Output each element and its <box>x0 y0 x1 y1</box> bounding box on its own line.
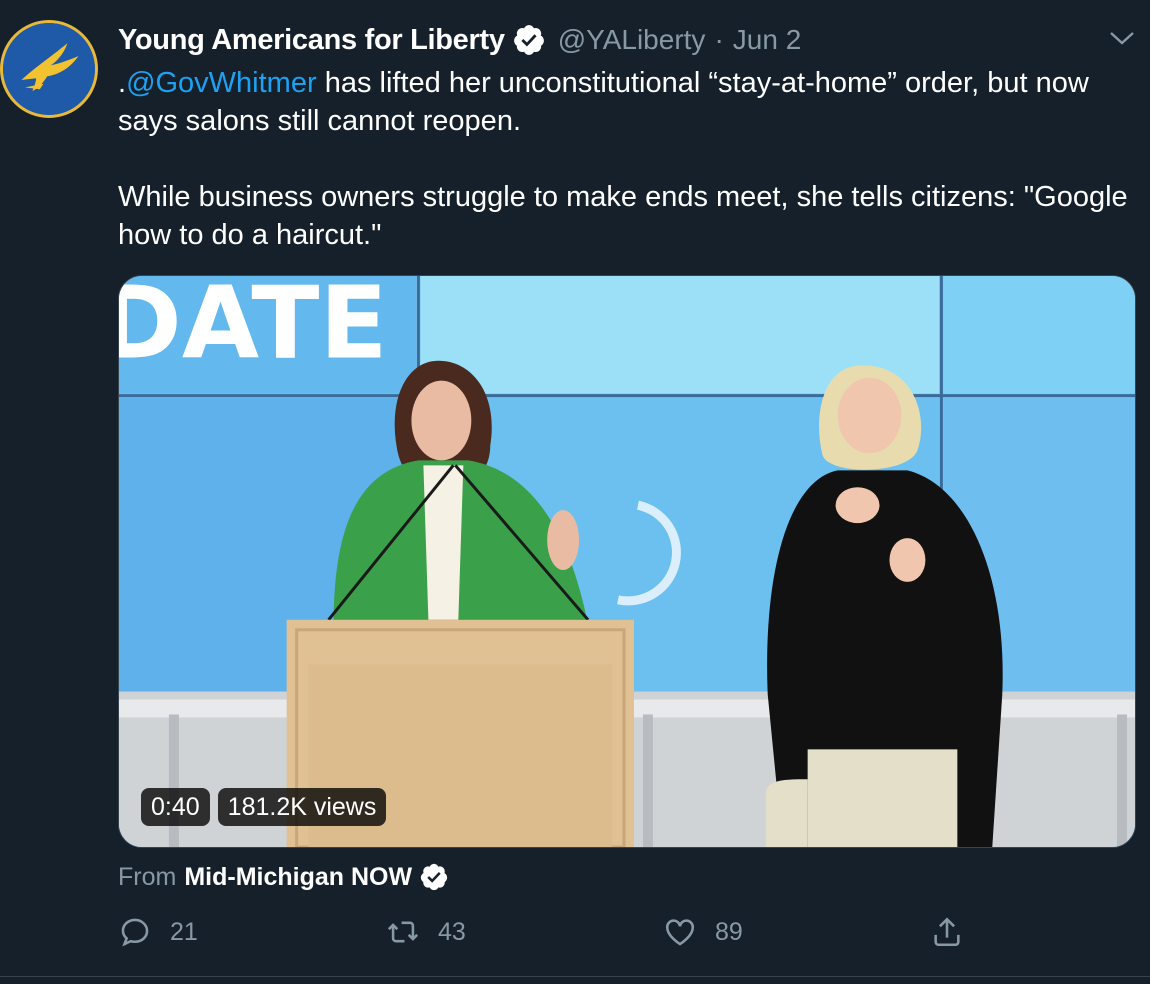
verified-badge-icon <box>420 863 448 891</box>
retweet-button[interactable]: 43 <box>386 915 466 949</box>
video-player[interactable]: DATE 0:40 181.2K views <box>118 275 1136 848</box>
retweet-count: 43 <box>438 917 466 946</box>
video-badges: 0:40 181.2K views <box>141 788 387 826</box>
reply-icon <box>121 918 149 947</box>
video-frame: DATE <box>119 276 1135 847</box>
heart-icon <box>665 919 695 946</box>
tweet-divider <box>0 976 1150 977</box>
tweet-paragraph-1: .@GovWhitmer has lifted her unconstituti… <box>118 64 1128 140</box>
eagle-logo-icon <box>3 23 95 115</box>
video-views: 181.2K views <box>217 788 387 826</box>
chevron-down-icon[interactable] <box>1108 28 1136 50</box>
video-source: From Mid-Michigan NOW <box>118 860 449 894</box>
mention-link[interactable]: @GovWhitmer <box>126 67 317 99</box>
like-count: 89 <box>715 917 743 946</box>
reply-button[interactable]: 21 <box>118 915 198 949</box>
tweet-date[interactable]: Jun 2 <box>733 24 802 56</box>
source-from-label: From <box>118 862 177 891</box>
tweet-actions: 21 43 89 <box>118 915 1018 955</box>
tweet-text: .@GovWhitmer has lifted her unconstituti… <box>118 64 1128 254</box>
avatar[interactable] <box>0 20 98 118</box>
author-name[interactable]: Young Americans for Liberty <box>118 24 505 57</box>
share-button[interactable] <box>930 915 964 949</box>
verified-badge-icon <box>513 25 544 55</box>
tweet-header: Young Americans for Liberty @YALiberty ·… <box>118 22 801 58</box>
text-prefix: . <box>118 67 127 99</box>
author-handle[interactable]: @YALiberty <box>558 24 706 56</box>
like-button[interactable]: 89 <box>663 915 743 949</box>
video-duration: 0:40 <box>141 788 210 826</box>
tweet[interactable]: Young Americans for Liberty @YALiberty ·… <box>0 0 1150 984</box>
reply-count: 21 <box>170 917 198 946</box>
separator-dot: · <box>714 24 724 55</box>
source-name-link[interactable]: Mid-Michigan NOW <box>184 863 412 892</box>
tweet-paragraph-2: While business owners struggle to make e… <box>118 181 1128 251</box>
share-icon <box>934 917 960 947</box>
backdrop-text: DATE <box>119 276 388 382</box>
retweet-icon <box>387 921 419 943</box>
